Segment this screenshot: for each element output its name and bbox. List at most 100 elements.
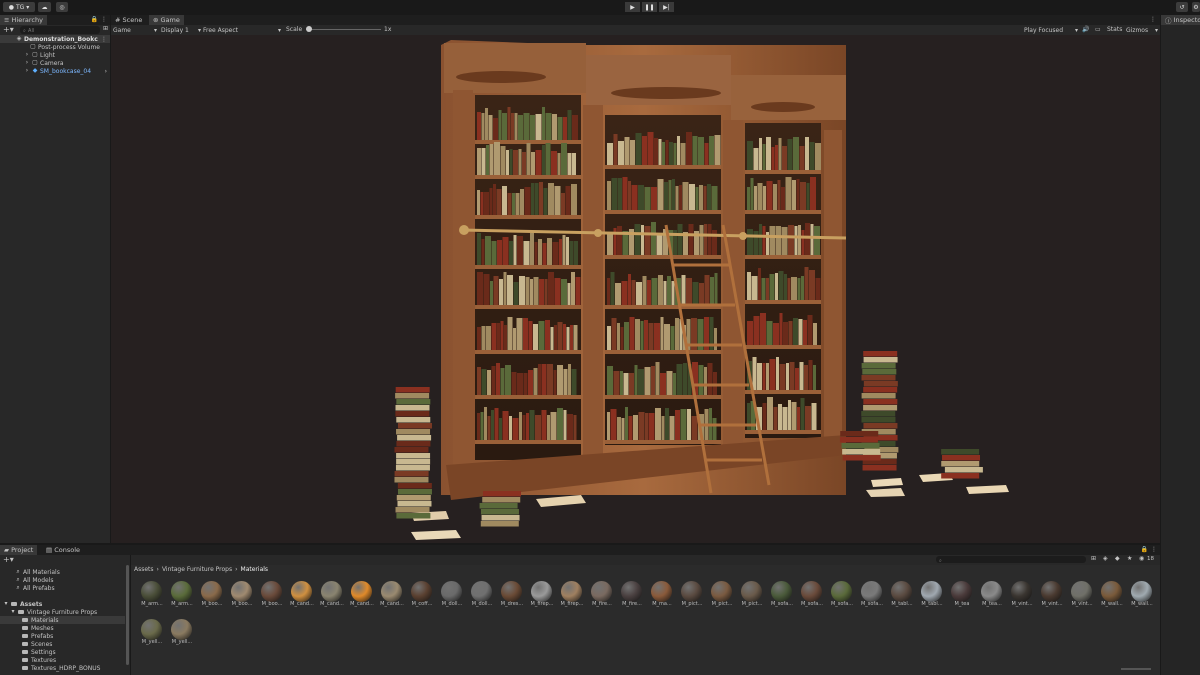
favorite-all-models[interactable]: ⌕ All Models [15,576,53,584]
material-asset[interactable]: M_yell... [138,616,166,652]
material-asset[interactable]: M_sofa... [828,578,856,614]
thumbnail-size-slider[interactable] [1121,668,1151,670]
gizmos-dropdown[interactable]: Gizmos ▾ [1126,26,1158,34]
account-button[interactable]: ● TG ▾ [3,2,35,12]
filter-label-icon[interactable]: ◈ [1103,555,1108,562]
add-icon[interactable]: +▾ [3,25,14,34]
tree-settings[interactable]: Settings [22,648,56,656]
breadcrumb-materials[interactable]: Materials [241,566,269,573]
hierarchy-search-input[interactable]: ⌕ All [20,26,100,34]
step-button[interactable]: ▶| [659,2,674,12]
hierarchy-item-light[interactable]: › ▢ Light [24,51,55,59]
material-asset[interactable]: M_pict... [708,578,736,614]
eye-icon[interactable]: ◉ [1139,555,1144,562]
more-icon[interactable]: ⋮ [1150,16,1156,23]
material-asset[interactable]: M_tea... [978,578,1006,614]
more-icon[interactable]: ⋮ [101,36,107,43]
assets-root[interactable]: ▾ Assets [3,600,42,608]
breadcrumb-assets[interactable]: Assets [134,566,154,573]
material-asset[interactable]: M_doll... [438,578,466,614]
tree-scenes[interactable]: Scenes [22,640,52,648]
history-button[interactable]: ↺ [1176,2,1188,12]
tab-console[interactable]: ▤ Console [42,545,84,555]
material-asset[interactable]: M_sofa... [858,578,886,614]
tab-hierarchy[interactable]: ≡ Hierarchy [0,15,47,25]
material-asset[interactable]: M_sofa... [768,578,796,614]
material-asset[interactable]: M_dres... [498,578,526,614]
tree-textures-hdrp[interactable]: Textures_HDRP_BONUS [22,664,100,672]
star-icon[interactable]: ★ [1127,555,1132,562]
material-asset[interactable]: M_arm... [138,578,166,614]
material-asset[interactable]: M_coff... [408,578,436,614]
material-asset[interactable]: M_firep... [558,578,586,614]
material-asset[interactable]: M_cand... [348,578,376,614]
more-icon[interactable]: ⋮ [1151,546,1157,553]
material-asset[interactable]: M_sofa... [798,578,826,614]
material-asset[interactable]: M_boo... [198,578,226,614]
material-asset[interactable]: M_tea [948,578,976,614]
breadcrumb-vintage[interactable]: Vintage Furniture Props [162,566,232,573]
game-viewport[interactable] [111,35,1160,543]
more-icon[interactable]: ⋮ [101,16,107,23]
hierarchy-item-post-process[interactable]: ▢ Post-process Volume [30,43,100,51]
tab-inspector[interactable]: ⓘ Inspector [1161,15,1200,25]
material-asset[interactable]: M_tabl... [918,578,946,614]
material-asset[interactable]: M_vint... [1068,578,1096,614]
tree-meshes[interactable]: Meshes [22,624,54,632]
scale-slider[interactable] [306,26,381,32]
game-mode-dropdown[interactable]: Game ▾ [113,26,157,34]
monitor-icon[interactable]: ▭ [1095,26,1101,33]
hierarchy-item-camera[interactable]: › ▢ Camera [24,59,64,67]
favorite-all-materials[interactable]: ⌕ All Materials [15,568,60,576]
cloud-button[interactable]: ☁ [38,2,51,12]
audio-icon[interactable]: 🔊 [1082,26,1089,33]
tree-materials[interactable]: Materials [0,616,125,624]
favorite-all-prefabs[interactable]: ⌕ All Prefabs [15,584,54,592]
material-asset[interactable]: M_firep... [528,578,556,614]
material-asset[interactable]: M_cand... [318,578,346,614]
material-asset[interactable]: M_ma... [648,578,676,614]
settings-button[interactable]: ⚙ [1192,2,1200,12]
material-asset[interactable]: M_fire... [588,578,616,614]
book [747,321,753,345]
material-asset[interactable]: M_tabl... [888,578,916,614]
material-asset[interactable]: M_yell... [168,616,196,652]
tab-game[interactable]: ⊛ Game [149,15,184,25]
filter-type-icon[interactable]: ⊞ [1091,555,1096,562]
material-asset[interactable]: M_cand... [288,578,316,614]
tree-vintage-furniture[interactable]: ▾ Vintage Furniture Props [10,608,97,616]
material-asset[interactable]: M_arm... [168,578,196,614]
play-button[interactable]: ▶ [625,2,640,12]
material-asset[interactable]: M_wall... [1098,578,1126,614]
material-asset[interactable]: M_vint... [1008,578,1036,614]
material-asset[interactable]: M_wall... [1128,578,1156,614]
asset-search-input[interactable]: ⌕ [936,556,1086,564]
tab-scene[interactable]: # Scene [111,15,146,25]
material-asset[interactable]: M_fire... [618,578,646,614]
pause-button[interactable]: ❚❚ [642,2,657,12]
aspect-dropdown[interactable]: Free Aspect ▾ [203,26,281,34]
play-focused-dropdown[interactable]: Play Focused ▾ [1024,26,1078,34]
display-dropdown[interactable]: Display 1 ▾ [161,26,201,34]
scene-row[interactable]: ◈ Demonstration_Bookc ⋮ [0,35,110,43]
material-asset[interactable]: M_boo... [258,578,286,614]
add-icon[interactable]: +▾ [3,555,14,564]
lock-icon[interactable]: 🔒 [1141,546,1148,553]
material-asset[interactable]: M_cand... [378,578,406,614]
material-asset[interactable]: M_boo... [228,578,256,614]
hierarchy-item-bookcase[interactable]: › ◆ SM_bookcase_04 › [24,67,110,75]
tag-icon[interactable]: ◆ [1115,555,1120,562]
collab-button[interactable]: ◎ [56,2,68,12]
tree-prefabs[interactable]: Prefabs [22,632,53,640]
tree-textures[interactable]: Textures [22,656,56,664]
material-asset[interactable]: M_pict... [738,578,766,614]
tab-project[interactable]: ▰ Project [0,545,38,555]
material-asset[interactable]: M_doll... [468,578,496,614]
tree-scrollbar[interactable] [126,565,129,665]
lock-icon[interactable]: 🔒 [91,16,98,23]
scale-slider-handle[interactable] [306,26,312,32]
filter-icon[interactable]: ⊞ [103,25,108,32]
stats-button[interactable]: Stats [1107,26,1122,33]
material-asset[interactable]: M_vint... [1038,578,1066,614]
material-asset[interactable]: M_pict... [678,578,706,614]
